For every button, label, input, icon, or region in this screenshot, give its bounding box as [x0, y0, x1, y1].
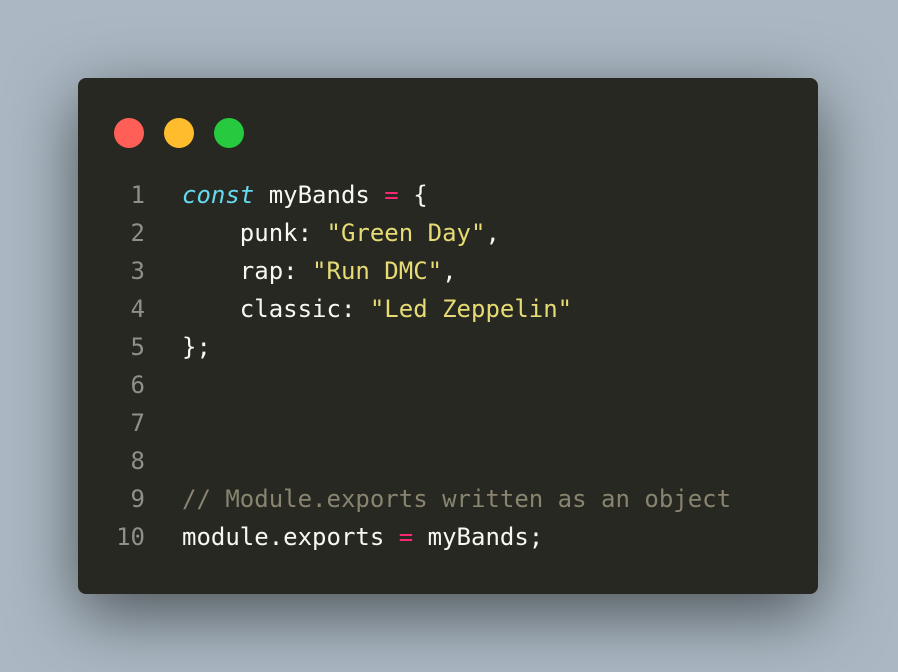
line-number: 1 [130, 181, 145, 209]
line-number: 6 [130, 371, 145, 399]
code-token: rap: [182, 257, 313, 285]
code-token: { [398, 181, 428, 209]
code-token: myBands [254, 181, 385, 209]
code-line: 1 const myBands = { [78, 176, 818, 214]
line-number: 7 [130, 409, 145, 437]
code-token: "Green Day" [326, 219, 486, 247]
code-line: 2 punk: "Green Day", [78, 214, 818, 252]
code-line: 5}; [78, 328, 818, 366]
line-number: 4 [130, 295, 145, 323]
minimize-dot-icon[interactable] [164, 118, 194, 148]
code-text: const myBands = { [182, 176, 428, 214]
window-controls [114, 118, 244, 148]
line-number: 2 [130, 219, 145, 247]
code-window: 1 const myBands = {2 punk: "Green Day", 3 … [78, 78, 818, 594]
zoom-dot-icon[interactable] [214, 118, 244, 148]
code-line: 8 [78, 442, 818, 480]
code-token: = [384, 181, 399, 209]
code-token: punk: [182, 219, 327, 247]
code-line: 3 rap: "Run DMC", [78, 252, 818, 290]
code-line: 4 classic: "Led Zeppelin" [78, 290, 818, 328]
code-token: }; [182, 333, 211, 361]
code-token: module.exports [182, 523, 399, 551]
code-token: classic: [182, 295, 370, 323]
code-text: rap: "Run DMC", [182, 252, 457, 290]
code-token: "Run DMC" [312, 257, 443, 285]
code-line: 10 module.exports = myBands; [78, 518, 818, 556]
code-block: 1 const myBands = {2 punk: "Green Day", 3 … [78, 176, 818, 556]
line-number: 8 [130, 447, 145, 475]
code-line: 9 // Module.exports written as an object [78, 480, 818, 518]
code-token: myBands; [413, 523, 544, 551]
code-text: module.exports = myBands; [182, 518, 543, 556]
code-line: 7 [78, 404, 818, 442]
code-token: = [398, 523, 414, 551]
code-token: "Led Zeppelin" [369, 295, 573, 323]
code-text: classic: "Led Zeppelin" [182, 290, 572, 328]
code-text: punk: "Green Day", [182, 214, 500, 252]
code-token: // Module.exports written as an object [182, 485, 732, 513]
line-number: 9 [130, 485, 145, 513]
code-token: , [442, 257, 457, 285]
code-text: // Module.exports written as an object [182, 480, 731, 518]
code-line: 6 [78, 366, 818, 404]
line-number: 5 [130, 333, 145, 361]
line-number: 10 [116, 523, 145, 551]
close-dot-icon[interactable] [114, 118, 144, 148]
code-token: const [182, 181, 255, 209]
code-text: }; [182, 328, 211, 366]
code-token: , [485, 219, 500, 247]
line-number: 3 [130, 257, 145, 285]
